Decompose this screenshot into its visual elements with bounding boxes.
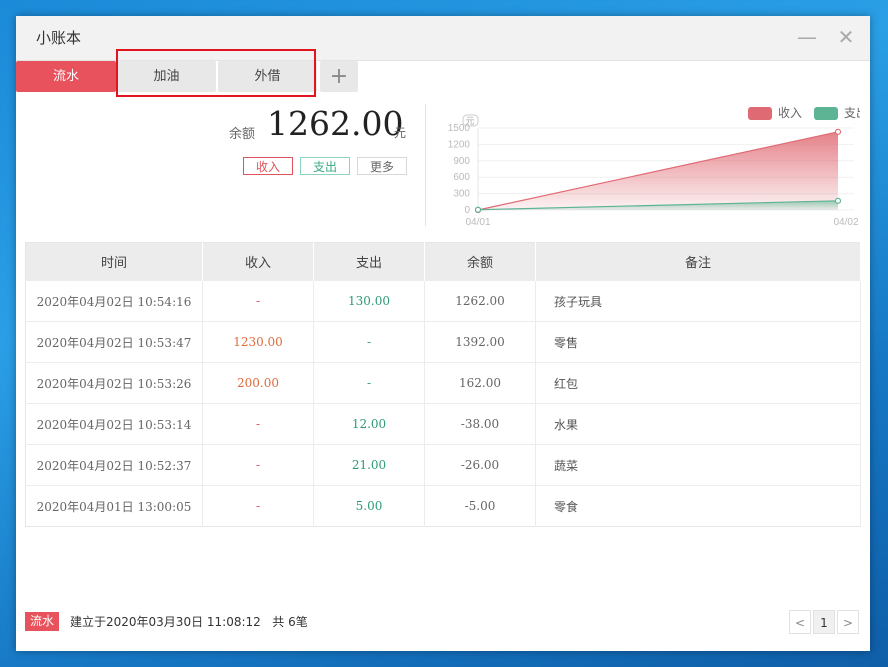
y-tick-label: 600 [453, 172, 470, 183]
table-row[interactable]: 2020年04月02日 10:53:14 - 12.00 -38.00 水果 [25, 403, 861, 445]
table-row[interactable]: 2020年04月02日 10:54:16 - 130.00 1262.00 孩子… [25, 280, 861, 322]
expense-button[interactable]: 支出 [300, 157, 350, 175]
cell-note: 蔬菜 [535, 444, 861, 486]
y-tick-label: 300 [453, 189, 470, 200]
app-window: 小账本 — ✕ 流水 加油 外借 + 余额 1262.00 元 收入 支出 更多… [16, 16, 870, 651]
data-point [834, 197, 842, 204]
divider [425, 104, 426, 226]
cell-expense: - [313, 321, 425, 363]
col-income-header: 收入 [202, 242, 314, 281]
cell-note: 零食 [535, 485, 861, 527]
table-row[interactable]: 2020年04月01日 13:00:05 - 5.00 -5.00 零食 [25, 485, 861, 527]
cell-time: 2020年04月02日 10:52:37 [25, 444, 203, 486]
cell-balance: -5.00 [424, 485, 536, 527]
balance-unit: 元 [394, 126, 407, 140]
cell-income: 200.00 [202, 362, 314, 404]
cell-time: 2020年04月02日 10:53:47 [25, 321, 203, 363]
legend-swatch [814, 107, 838, 120]
table-header-row: 时间 收入 支出 余额 备注 [25, 242, 861, 281]
cell-income: - [202, 444, 314, 486]
cell-time: 2020年04月02日 10:53:14 [25, 403, 203, 445]
tab-jiayou[interactable]: 加油 [117, 61, 216, 92]
cell-time: 2020年04月01日 13:00:05 [25, 485, 203, 527]
col-time-header: 时间 [25, 242, 203, 281]
cell-balance: 1262.00 [424, 280, 536, 322]
x-tick-label: 04/01 [465, 217, 490, 228]
table-row[interactable]: 2020年04月02日 10:52:37 - 21.00 -26.00 蔬菜 [25, 444, 861, 486]
balance-label: 余额 [229, 127, 256, 142]
cell-expense: 12.00 [313, 403, 425, 445]
table-row[interactable]: 2020年04月02日 10:53:26 200.00 - 162.00 红包 [25, 362, 861, 404]
title-bar: 小账本 — ✕ [16, 16, 870, 61]
cell-note: 红包 [535, 362, 861, 404]
records-table: 时间 收入 支出 余额 备注 2020年04月02日 10:54:16 - 13… [25, 242, 861, 527]
cell-income: - [202, 403, 314, 445]
more-button[interactable]: 更多 [357, 157, 407, 175]
legend-swatch [748, 107, 772, 120]
record-count: 共 6笔 [272, 615, 308, 629]
col-balance-header: 余额 [424, 242, 536, 281]
cell-income: - [202, 280, 314, 322]
window-title: 小账本 [36, 29, 82, 47]
y-tick-label: 1200 [448, 139, 471, 150]
cell-note: 零售 [535, 321, 861, 363]
y-tick-label: 1500 [448, 123, 471, 134]
cell-income: - [202, 485, 314, 527]
created-time: 建立于2020年03月30日 11:08:12 [70, 615, 261, 629]
balance-value: 1262.00 [267, 104, 404, 143]
add-tab-button[interactable]: + [320, 61, 358, 92]
tab-waijie[interactable]: 外借 [218, 61, 317, 92]
tab-liushui[interactable]: 流水 [16, 61, 116, 92]
cell-balance: 1392.00 [424, 321, 536, 363]
income-button[interactable]: 收入 [243, 157, 293, 175]
cell-balance: -26.00 [424, 444, 536, 486]
col-expense-header: 支出 [313, 242, 425, 281]
close-icon[interactable]: ✕ [835, 26, 857, 48]
legend-label: 支出 [844, 106, 860, 120]
cell-income: 1230.00 [202, 321, 314, 363]
footer-info: 建立于2020年03月30日 11:08:12 共 6笔 [70, 613, 308, 630]
cell-note: 水果 [535, 403, 861, 445]
cell-expense: 5.00 [313, 485, 425, 527]
balance-chart: 元03006009001200150004/0104/02 收入支出 [448, 106, 860, 228]
data-point [834, 128, 842, 135]
cell-time: 2020年04月02日 10:54:16 [25, 280, 203, 322]
cell-time: 2020年04月02日 10:53:26 [25, 362, 203, 404]
x-tick-label: 04/02 [833, 217, 858, 228]
cell-balance: -38.00 [424, 403, 536, 445]
legend-label: 收入 [778, 106, 802, 120]
data-point [474, 206, 482, 213]
prev-page-button[interactable]: < [789, 610, 811, 634]
y-tick-label: 0 [464, 205, 470, 216]
footer-badge: 流水 [25, 612, 60, 631]
minimize-icon[interactable]: — [796, 26, 818, 48]
table-row[interactable]: 2020年04月02日 10:53:47 1230.00 - 1392.00 零… [25, 321, 861, 363]
cell-expense: 21.00 [313, 444, 425, 486]
next-page-button[interactable]: > [837, 610, 859, 634]
cell-balance: 162.00 [424, 362, 536, 404]
cell-expense: - [313, 362, 425, 404]
page-1-button[interactable]: 1 [813, 610, 835, 634]
cell-expense: 130.00 [313, 280, 425, 322]
col-note-header: 备注 [535, 242, 861, 281]
y-tick-label: 900 [453, 156, 470, 167]
cell-note: 孩子玩具 [535, 280, 861, 322]
